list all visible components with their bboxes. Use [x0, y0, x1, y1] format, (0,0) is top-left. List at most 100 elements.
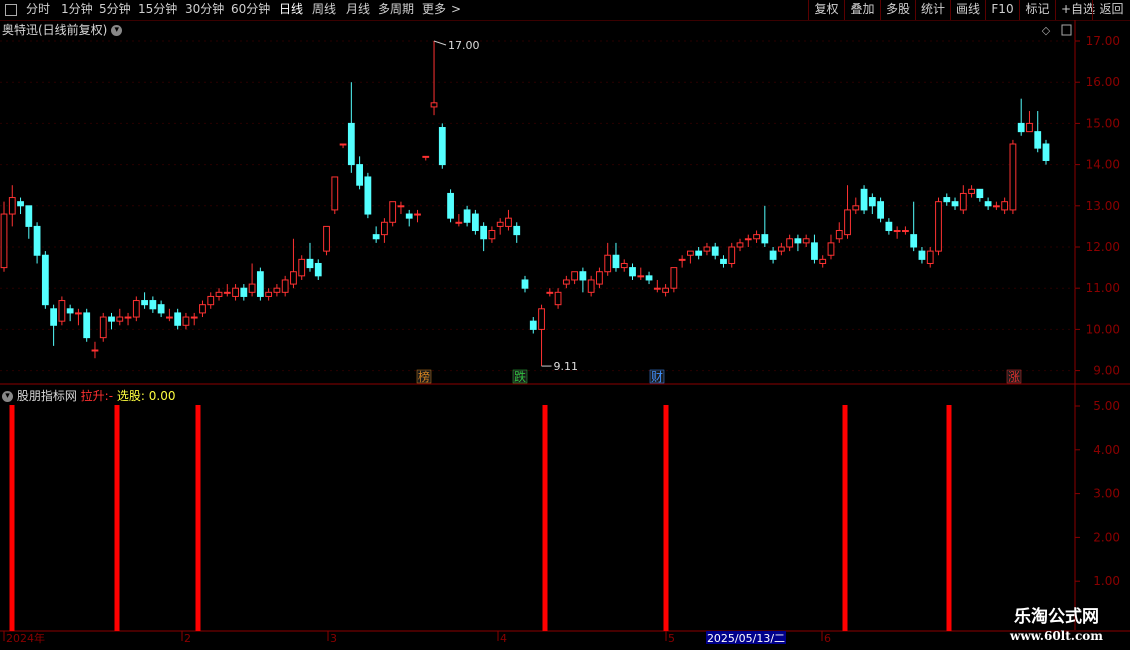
date-tick-label: 2024年 — [6, 631, 45, 645]
candle-body — [728, 246, 736, 264]
candle-body — [232, 287, 239, 297]
indicator-name[interactable]: 股朋指标网 — [17, 389, 77, 403]
candle-body — [736, 242, 744, 248]
period-tab-3[interactable]: 15分钟 — [138, 0, 177, 20]
price-tick-label: 17.00 — [1086, 34, 1120, 48]
candle-body — [612, 254, 620, 269]
toolbar-button-6[interactable]: 标记 — [1019, 0, 1055, 20]
candle-body — [893, 230, 901, 233]
candle-body — [976, 188, 984, 199]
period-tab-0[interactable]: 分时 — [26, 0, 50, 20]
candle-body — [844, 209, 851, 236]
indicator-value-pick: 0.00 — [148, 389, 176, 403]
toolbar-button-4[interactable]: 画线 — [950, 0, 985, 20]
diamond-icon[interactable]: ◇ — [1042, 24, 1051, 37]
candle-body — [463, 209, 471, 223]
candle-body — [25, 205, 33, 227]
period-tab-8[interactable]: 月线 — [346, 0, 370, 20]
indicator-label-rise: 拉升: — [80, 389, 109, 403]
chevron-down-icon[interactable]: ▾ — [111, 25, 123, 36]
logo-url: www.60lt.com — [1010, 629, 1103, 643]
indicator-menu-icon[interactable]: ▾ — [2, 391, 13, 402]
candle-body — [935, 201, 942, 252]
window-menu-icon[interactable] — [5, 0, 17, 20]
date-tick-label: 5 — [668, 632, 675, 645]
signal-bar — [946, 405, 952, 631]
candle-body — [868, 197, 876, 207]
candle-body — [471, 213, 479, 232]
candle-body — [761, 234, 769, 244]
candle-body — [505, 217, 512, 227]
stock-title[interactable]: 奥特迅(日线前复权) ▾ — [2, 21, 123, 38]
candle-body — [951, 201, 959, 207]
high-label: 17.00 — [448, 39, 480, 52]
candle-body — [356, 164, 363, 186]
toolbar-button-1[interactable]: 叠加 — [844, 0, 880, 20]
candle-body — [99, 316, 107, 339]
candle-body — [943, 197, 951, 203]
candle-body — [397, 205, 405, 208]
price-tick-label: 14.00 — [1086, 158, 1120, 172]
candle-body — [207, 295, 215, 306]
candle-body — [414, 213, 421, 216]
candle-body — [306, 258, 314, 269]
candle-body — [240, 287, 248, 297]
period-tab-7[interactable]: 周线 — [312, 0, 336, 20]
candle-body — [364, 176, 372, 215]
candle-body — [695, 250, 703, 256]
candle-body — [430, 102, 438, 108]
candle-body — [992, 205, 1000, 208]
event-marker-label: 榜 — [418, 369, 430, 384]
period-tab-4[interactable]: 30分钟 — [185, 0, 224, 20]
signal-bar — [9, 405, 15, 631]
candle-body — [8, 197, 16, 215]
candle-body — [290, 271, 297, 285]
toolbar-button-5[interactable]: F10 — [985, 0, 1019, 20]
logo-title: 乐淘公式网 — [1014, 607, 1099, 627]
candle-body — [438, 127, 446, 166]
candle-body — [769, 250, 777, 260]
more-arrow-icon[interactable]: > — [451, 0, 461, 20]
candle-body — [455, 221, 463, 224]
period-tab-10[interactable]: 更多 — [422, 0, 446, 20]
period-tab-5[interactable]: 60分钟 — [231, 0, 270, 20]
candle-body — [174, 312, 182, 326]
period-tab-9[interactable]: 多周期 — [378, 0, 414, 20]
candle-body — [521, 279, 529, 289]
candle-body — [662, 287, 669, 293]
price-tick-label: 12.00 — [1086, 240, 1120, 254]
candle-body — [157, 304, 165, 314]
candle-body — [199, 304, 206, 314]
candle-body — [1042, 143, 1050, 161]
signal-bar — [195, 405, 201, 631]
window-toggle-icon[interactable] — [1061, 24, 1072, 36]
candle-body — [571, 271, 579, 281]
price-tick-label: 9.00 — [1093, 364, 1120, 378]
candle-body — [1017, 122, 1025, 133]
candle-body — [1001, 201, 1009, 211]
candle-body — [819, 258, 827, 264]
top-toolbar: 分时 1分钟 5分钟 15分钟 30分钟 60分钟 日线 周线 月线 多周期 更多 > 复权 叠加 多股 统计… — [0, 0, 1130, 21]
candle-body — [885, 221, 893, 232]
candle-body — [1026, 122, 1033, 133]
toolbar-button-2[interactable]: 多股 — [880, 0, 915, 20]
toolbar-button-7[interactable]: +自选 — [1055, 0, 1095, 20]
candle-body — [596, 271, 603, 285]
candle-body — [637, 275, 645, 278]
price-tick-label: 13.00 — [1086, 199, 1120, 213]
candle-body — [132, 300, 140, 318]
period-tab-2[interactable]: 5分钟 — [99, 0, 131, 20]
candle-body — [488, 230, 496, 240]
toolbar-button-3[interactable]: 统计 — [915, 0, 950, 20]
candle-body — [372, 234, 380, 240]
toolbar-button-0[interactable]: 复权 — [808, 0, 844, 20]
candle-body — [75, 312, 82, 315]
indicator-label-pick: 选股: — [116, 389, 145, 403]
indicator-tick-label: 2.00 — [1093, 530, 1120, 544]
candle-body — [811, 242, 818, 260]
toolbar-button-8[interactable]: 返回 — [1092, 0, 1130, 20]
period-tab-1[interactable]: 1分钟 — [61, 0, 93, 20]
high-arrow — [433, 40, 447, 46]
signal-bar — [114, 405, 120, 631]
period-tab-6[interactable]: 日线 — [279, 0, 303, 20]
